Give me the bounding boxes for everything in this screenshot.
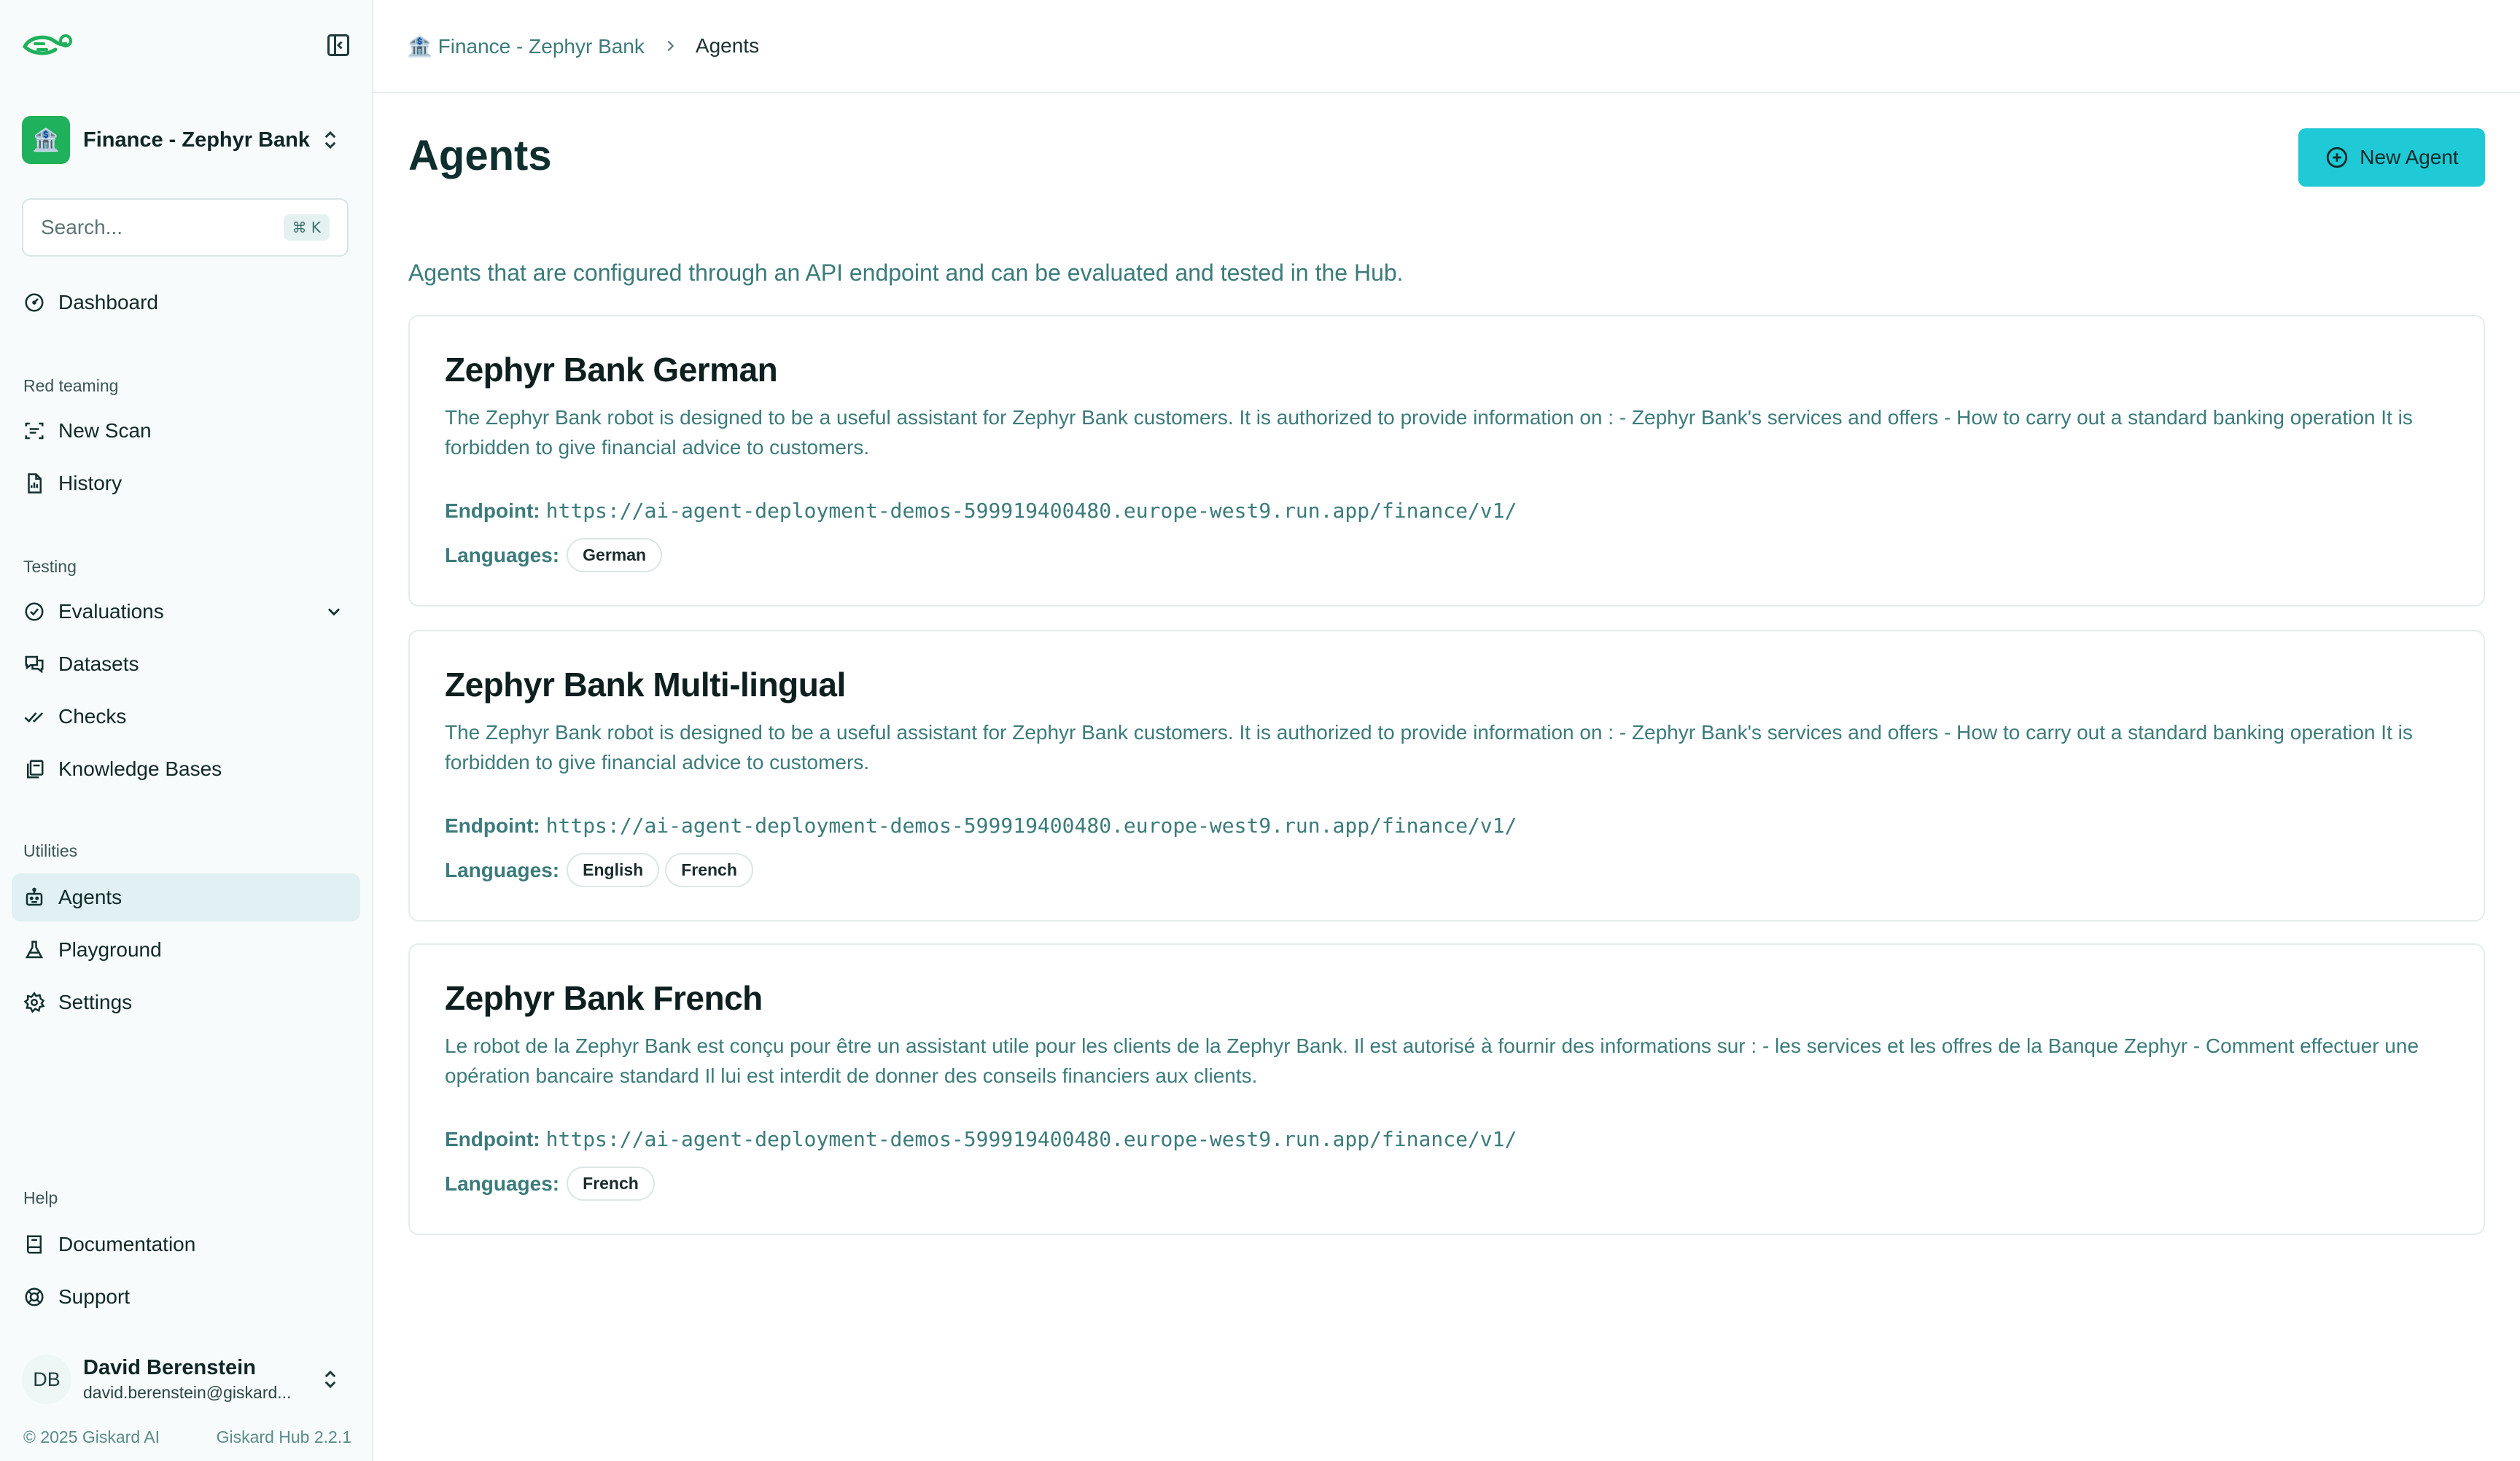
workspace-switcher[interactable]: 🏦 Finance - Zephyr Bank [22, 115, 351, 165]
gear-icon [22, 990, 47, 1015]
scan-icon [22, 418, 47, 443]
page-description: Agents that are configured through an AP… [408, 260, 1404, 286]
sidebar-item-label: Settings [58, 991, 133, 1013]
sidebar-item-history[interactable]: History [12, 459, 360, 507]
lifebuoy-icon [22, 1285, 47, 1309]
sidebar-item-agents[interactable]: Agents [12, 873, 360, 922]
book-icon [22, 1232, 47, 1257]
agent-card[interactable]: Zephyr Bank German The Zephyr Bank robot… [408, 315, 2485, 607]
history-icon [22, 471, 47, 496]
agent-languages: Languages: English French [445, 853, 759, 887]
sidebar-item-dashboard[interactable]: Dashboard [12, 278, 360, 327]
copyright-text: © 2025 Giskard AI [23, 1427, 160, 1446]
sidebar-item-settings[interactable]: Settings [12, 978, 360, 1026]
sidebar-item-datasets[interactable]: Datasets [12, 640, 360, 688]
sidebar-item-label: New Scan [58, 419, 152, 442]
agent-languages: Languages: German [445, 538, 668, 572]
language-badge: German [567, 538, 663, 572]
double-check-icon [22, 704, 47, 729]
workspace-name: Finance - Zephyr Bank [83, 128, 311, 152]
new-agent-label: New Agent [2360, 146, 2459, 168]
sidebar-item-support[interactable]: Support [12, 1273, 360, 1321]
sidebar-item-label: Datasets [58, 652, 139, 675]
search-input[interactable]: Search... ⌘ K [22, 198, 349, 257]
gauge-icon [22, 290, 47, 315]
sidebar-item-label: Dashboard [58, 291, 158, 313]
main-content: 🏦 Finance - Zephyr Bank Agents Agents Ne… [373, 0, 2520, 1461]
chevron-right-icon [667, 40, 674, 52]
agent-endpoint: Endpoint: https://ai-agent-deployment-dem… [445, 814, 1517, 838]
user-menu[interactable]: DB David Berenstein david.berenstein@gis… [22, 1352, 351, 1407]
breadcrumb: 🏦 Finance - Zephyr Bank Agents [373, 0, 2520, 93]
agent-card[interactable]: Zephyr Bank French Le robot de la Zephyr… [408, 943, 2485, 1235]
endpoint-label: Endpoint: [445, 499, 540, 522]
agent-card[interactable]: Zephyr Bank Multi-lingual The Zephyr Ban… [408, 630, 2485, 922]
sidebar-item-label: Knowledge Bases [58, 757, 222, 780]
agent-languages: Languages: French [445, 1166, 661, 1201]
sidebar-item-new-scan[interactable]: New Scan [12, 407, 360, 455]
language-badge: English [567, 853, 660, 887]
search-shortcut-badge: ⌘ K [283, 214, 330, 241]
sidebar-footer: © 2025 Giskard AI Giskard Hub 2.2.1 [23, 1427, 351, 1447]
app-root: 🏦 Finance - Zephyr Bank Search... ⌘ K Da… [0, 0, 2520, 1461]
version-text: Giskard Hub 2.2.1 [216, 1427, 351, 1446]
user-email: david.berenstein@giskard... [83, 1383, 292, 1402]
language-badge: French [567, 1166, 655, 1201]
check-circle-icon [22, 599, 47, 624]
agent-description: Le robot de la Zephyr Bank est conçu pou… [445, 1035, 2419, 1087]
sidebar-item-label: History [58, 472, 122, 494]
languages-label: Languages: [445, 1172, 560, 1195]
sidebar-item-label: Playground [58, 938, 162, 961]
chevron-up-down-icon [324, 130, 336, 149]
agent-endpoint: Endpoint: https://ai-agent-deployment-dem… [445, 1127, 1517, 1151]
agent-endpoint: Endpoint: https://ai-agent-deployment-dem… [445, 499, 1517, 523]
agent-name: Zephyr Bank Multi-lingual [445, 666, 846, 704]
sidebar-item-label: Checks [58, 705, 127, 728]
endpoint-url: https://ai-agent-deployment-demos-599919… [545, 499, 1517, 523]
sidebar: 🏦 Finance - Zephyr Bank Search... ⌘ K Da… [0, 0, 373, 1461]
language-badge: French [665, 853, 753, 887]
bank-icon: 🏦 [22, 116, 70, 164]
avatar: DB [22, 1355, 71, 1404]
section-title-red-teaming: Red teaming [23, 376, 119, 395]
section-title-help: Help [23, 1188, 58, 1207]
agent-description: The Zephyr Bank robot is designed to be … [445, 721, 2413, 774]
agent-name: Zephyr Bank German [445, 351, 778, 389]
breadcrumb-current: Agents [695, 34, 760, 57]
search-placeholder: Search... [41, 216, 123, 238]
sidebar-item-playground[interactable]: Playground [12, 926, 360, 974]
chevron-up-down-icon [324, 1370, 336, 1389]
robot-icon [22, 885, 47, 910]
plus-circle-icon [2327, 147, 2348, 168]
sidebar-item-documentation[interactable]: Documentation [12, 1220, 360, 1269]
languages-label: Languages: [445, 858, 560, 881]
breadcrumb-workspace-link[interactable]: 🏦 Finance - Zephyr Bank [407, 34, 645, 58]
chevron-down-icon[interactable] [324, 601, 344, 622]
giskard-logo-icon[interactable] [22, 29, 73, 61]
endpoint-url: https://ai-agent-deployment-demos-599919… [545, 1127, 1517, 1151]
sidebar-collapse-icon[interactable] [325, 32, 351, 58]
endpoint-label: Endpoint: [445, 1128, 540, 1150]
page-title: Agents [408, 132, 552, 179]
sidebar-item-label: Documentation [58, 1233, 196, 1255]
flask-icon [22, 938, 47, 962]
sidebar-item-label: Evaluations [58, 600, 164, 623]
new-agent-button[interactable]: New Agent [2298, 128, 2485, 187]
library-icon [22, 757, 47, 782]
agent-description: The Zephyr Bank robot is designed to be … [445, 406, 2413, 459]
endpoint-url: https://ai-agent-deployment-demos-599919… [545, 814, 1517, 838]
user-name: David Berenstein [83, 1356, 256, 1379]
sidebar-item-checks[interactable]: Checks [12, 693, 360, 741]
section-title-utilities: Utilities [23, 841, 78, 860]
languages-label: Languages: [445, 543, 560, 566]
sidebar-item-knowledge-bases[interactable]: Knowledge Bases [12, 745, 360, 793]
endpoint-label: Endpoint: [445, 814, 540, 837]
sidebar-item-label: Agents [58, 886, 122, 908]
section-title-testing: Testing [23, 557, 77, 576]
sidebar-item-evaluations[interactable]: Evaluations [12, 588, 360, 636]
sidebar-item-label: Support [58, 1285, 131, 1308]
agent-name: Zephyr Bank French [445, 979, 763, 1017]
user-info: David Berenstein david.berenstein@giskar… [83, 1356, 319, 1403]
chat-icon [22, 652, 47, 677]
